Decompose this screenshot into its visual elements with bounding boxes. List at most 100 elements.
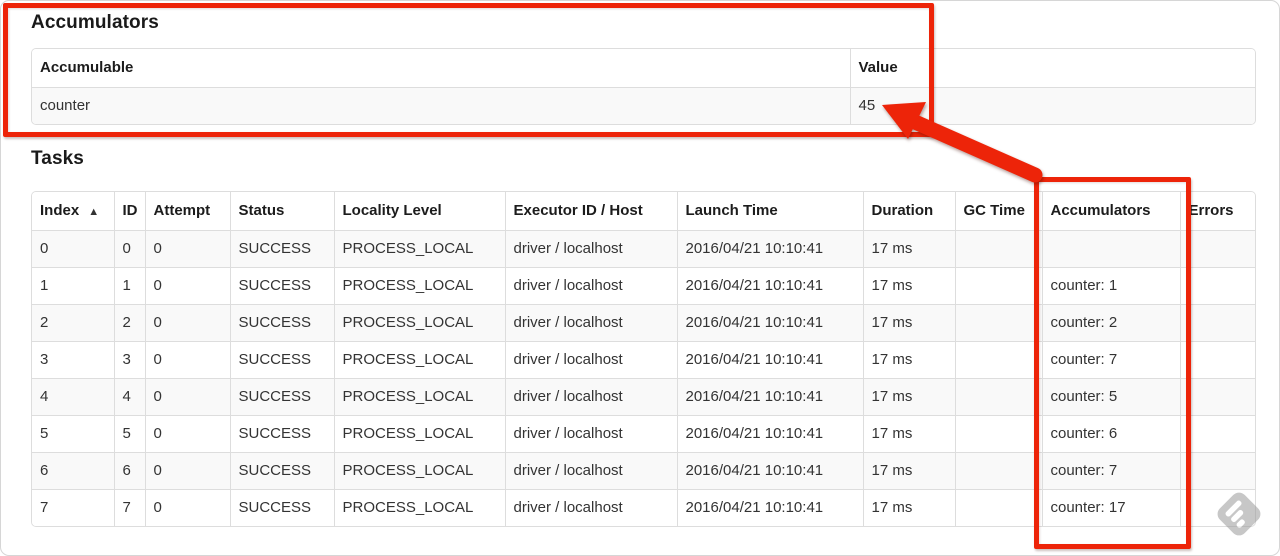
task-row: 2 2 0 SUCCESS PROCESS_LOCAL driver / localhos…	[32, 303, 1255, 342]
task-cell-executor_id_host: driver / localhost	[504, 303, 678, 342]
task-cell-id: 3	[113, 340, 146, 379]
tasks-column-header-accumulators[interactable]: Accumulators	[1041, 192, 1181, 231]
task-cell-index: 3	[32, 340, 115, 379]
task-cell-id: 7	[113, 488, 146, 526]
task-cell-status: SUCCESS	[229, 488, 335, 526]
tasks-table: Index ▲ ID Attempt Status Locality Level Execu…	[31, 191, 1256, 527]
task-cell-accumulators: counter: 7	[1041, 451, 1181, 490]
task-cell-duration: 17 ms	[862, 451, 956, 490]
task-cell-gc_time	[954, 488, 1043, 526]
task-cell-accumulators: counter: 6	[1041, 414, 1181, 453]
task-cell-launch_time: 2016/04/21 10:10:41	[676, 377, 864, 416]
task-cell-errors	[1179, 340, 1255, 379]
task-cell-gc_time	[954, 451, 1043, 490]
task-cell-locality_level: PROCESS_LOCAL	[333, 340, 506, 379]
task-cell-launch_time: 2016/04/21 10:10:41	[676, 488, 864, 526]
task-cell-duration: 17 ms	[862, 414, 956, 453]
tasks-column-header-attempt[interactable]: Attempt	[144, 192, 231, 231]
task-cell-errors	[1179, 488, 1255, 526]
task-cell-locality_level: PROCESS_LOCAL	[333, 303, 506, 342]
task-cell-accumulators	[1041, 229, 1181, 268]
task-cell-launch_time: 2016/04/21 10:10:41	[676, 266, 864, 305]
task-cell-duration: 17 ms	[862, 340, 956, 379]
task-row: 5 5 0 SUCCESS PROCESS_LOCAL driver / localhos…	[32, 414, 1255, 453]
task-cell-accumulators: counter: 17	[1041, 488, 1181, 526]
tasks-column-header-locality_level[interactable]: Locality Level	[333, 192, 506, 231]
value-column-header: Value	[849, 49, 1255, 88]
task-cell-accumulators: counter: 1	[1041, 266, 1181, 305]
task-cell-attempt: 0	[144, 303, 231, 342]
task-cell-errors	[1179, 266, 1255, 305]
accumulable-name-cell: counter	[32, 86, 851, 124]
task-cell-id: 2	[113, 303, 146, 342]
task-cell-status: SUCCESS	[229, 266, 335, 305]
task-cell-executor_id_host: driver / localhost	[504, 340, 678, 379]
task-cell-duration: 17 ms	[862, 266, 956, 305]
task-cell-executor_id_host: driver / localhost	[504, 229, 678, 268]
task-cell-errors	[1179, 451, 1255, 490]
accumulable-value-cell: 45	[849, 86, 1255, 124]
accumulators-section-heading: Accumulators	[31, 12, 159, 33]
tasks-column-header-duration[interactable]: Duration	[862, 192, 956, 231]
task-cell-locality_level: PROCESS_LOCAL	[333, 266, 506, 305]
task-cell-accumulators: counter: 5	[1041, 377, 1181, 416]
task-row: 3 3 0 SUCCESS PROCESS_LOCAL driver / localhos…	[32, 340, 1255, 379]
task-cell-accumulators: counter: 2	[1041, 303, 1181, 342]
task-cell-gc_time	[954, 229, 1043, 268]
task-cell-index: 4	[32, 377, 115, 416]
task-row: 6 6 0 SUCCESS PROCESS_LOCAL driver / localhos…	[32, 451, 1255, 490]
task-row: 0 0 0 SUCCESS PROCESS_LOCAL driver / localhos…	[32, 229, 1255, 268]
task-cell-errors	[1179, 377, 1255, 416]
task-cell-index: 6	[32, 451, 115, 490]
task-cell-launch_time: 2016/04/21 10:10:41	[676, 414, 864, 453]
task-cell-attempt: 0	[144, 414, 231, 453]
task-cell-locality_level: PROCESS_LOCAL	[333, 229, 506, 268]
task-cell-status: SUCCESS	[229, 303, 335, 342]
task-cell-gc_time	[954, 303, 1043, 342]
task-cell-executor_id_host: driver / localhost	[504, 266, 678, 305]
tasks-column-header-id[interactable]: ID	[113, 192, 146, 231]
task-cell-gc_time	[954, 266, 1043, 305]
tasks-column-header-index[interactable]: Index ▲	[32, 192, 115, 231]
task-cell-gc_time	[954, 377, 1043, 416]
task-cell-executor_id_host: driver / localhost	[504, 377, 678, 416]
task-cell-id: 4	[113, 377, 146, 416]
task-cell-executor_id_host: driver / localhost	[504, 414, 678, 453]
task-row: 1 1 0 SUCCESS PROCESS_LOCAL driver / localhos…	[32, 266, 1255, 305]
tasks-column-header-errors[interactable]: Errors	[1179, 192, 1255, 231]
task-cell-index: 2	[32, 303, 115, 342]
tasks-header-row: Index ▲ ID Attempt Status Locality Level Execu…	[32, 192, 1255, 231]
task-cell-attempt: 0	[144, 229, 231, 268]
task-cell-launch_time: 2016/04/21 10:10:41	[676, 303, 864, 342]
task-cell-attempt: 0	[144, 451, 231, 490]
task-cell-attempt: 0	[144, 266, 231, 305]
task-cell-duration: 17 ms	[862, 303, 956, 342]
task-cell-accumulators: counter: 7	[1041, 340, 1181, 379]
task-cell-attempt: 0	[144, 377, 231, 416]
task-cell-status: SUCCESS	[229, 229, 335, 268]
task-cell-executor_id_host: driver / localhost	[504, 488, 678, 526]
accumulable-table: Accumulable Value counter 45	[31, 48, 1256, 125]
task-cell-index: 1	[32, 266, 115, 305]
task-cell-errors	[1179, 229, 1255, 268]
task-cell-id: 5	[113, 414, 146, 453]
spark-ui-stage-page: Accumulators Accumulable Value counter 4…	[0, 0, 1280, 556]
tasks-section-heading: Tasks	[31, 148, 84, 169]
tasks-column-header-status[interactable]: Status	[229, 192, 335, 231]
task-cell-duration: 17 ms	[862, 377, 956, 416]
task-cell-errors	[1179, 414, 1255, 453]
task-cell-locality_level: PROCESS_LOCAL	[333, 414, 506, 453]
task-cell-gc_time	[954, 340, 1043, 379]
task-cell-status: SUCCESS	[229, 340, 335, 379]
task-cell-id: 1	[113, 266, 146, 305]
task-cell-launch_time: 2016/04/21 10:10:41	[676, 451, 864, 490]
task-cell-locality_level: PROCESS_LOCAL	[333, 451, 506, 490]
tasks-table-body: 0 0 0 SUCCESS PROCESS_LOCAL driver / localhos…	[32, 229, 1255, 526]
task-cell-status: SUCCESS	[229, 414, 335, 453]
task-cell-attempt: 0	[144, 488, 231, 526]
task-row: 4 4 0 SUCCESS PROCESS_LOCAL driver / localhos…	[32, 377, 1255, 416]
tasks-column-header-launch_time[interactable]: Launch Time	[676, 192, 864, 231]
tasks-column-header-executor_id_host[interactable]: Executor ID / Host	[504, 192, 678, 231]
task-cell-launch_time: 2016/04/21 10:10:41	[676, 229, 864, 268]
tasks-column-header-gc_time[interactable]: GC Time	[954, 192, 1043, 231]
